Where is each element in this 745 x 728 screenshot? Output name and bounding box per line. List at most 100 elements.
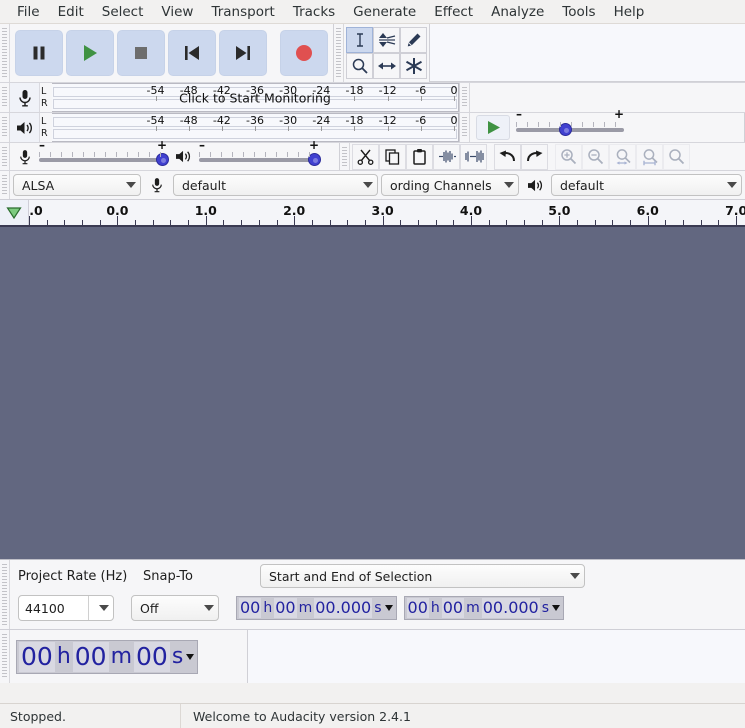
menu-item-generate[interactable]: Generate [344, 2, 425, 22]
recording-meter-monitor-button[interactable] [10, 83, 40, 112]
playback-volume-slider-thumb[interactable] [308, 152, 321, 166]
ruler-minor-tick [700, 220, 702, 225]
redo-arrow-icon [527, 150, 543, 162]
tools-toolbar-grip[interactable] [334, 24, 344, 82]
redo-button[interactable] [521, 143, 548, 170]
stop-button[interactable] [117, 30, 165, 76]
selection-tool-button[interactable] [346, 27, 373, 53]
menu-item-select[interactable]: Select [93, 2, 153, 22]
recording-channels-combo[interactable]: ording Channels [381, 174, 519, 196]
chevron-down-icon [570, 573, 580, 579]
selection-start-field[interactable]: 00 h 00 m 00.000 s [236, 596, 397, 620]
play-speed-minus-label: – [516, 106, 522, 121]
draw-tool-button[interactable] [400, 27, 427, 53]
silence-button[interactable] [460, 143, 487, 170]
sel-start-s-unit: s [374, 600, 382, 616]
trim-button[interactable] [433, 143, 460, 170]
snap-to-combo[interactable]: Off [131, 595, 219, 621]
audio-pos-hours: 00 [19, 641, 55, 672]
chevron-down-icon[interactable] [186, 653, 195, 660]
sel-end-minutes: 00 [441, 598, 465, 618]
recording-meter-bars[interactable]: -54 -48 -42 -36 -30 -24 -18 -12 -6 0 Click to Sta… [52, 83, 459, 112]
recording-device-icon-button[interactable] [144, 177, 170, 193]
menu-item-edit[interactable]: Edit [49, 2, 93, 22]
recording-meter-grip[interactable] [0, 83, 10, 112]
asterisk-icon [405, 58, 422, 74]
ruler-major-tick [382, 216, 384, 225]
selection-mode-combo[interactable]: Start and End of Selection [260, 564, 585, 588]
edit-toolbar [350, 143, 745, 170]
menu-item-tracks[interactable]: Tracks [284, 2, 344, 22]
selection-start-time[interactable]: 00 h 00 m 00.000 s [236, 596, 397, 620]
selection-toolbar-grip[interactable] [0, 560, 10, 629]
menu-item-transport[interactable]: Transport [202, 2, 283, 22]
zoom-in-button[interactable] [555, 143, 582, 170]
recording-volume-slider-thumb[interactable] [156, 152, 169, 166]
menu-item-analyze[interactable]: Analyze [482, 2, 553, 22]
playback-device-icon-button[interactable] [522, 178, 548, 193]
play-speed-slider-thumb[interactable] [559, 123, 573, 136]
multi-tool-button[interactable] [400, 53, 427, 79]
ruler-major-tick [647, 216, 649, 225]
playback-device-combo[interactable]: default [551, 174, 742, 196]
menu-item-tools[interactable]: Tools [553, 2, 604, 22]
playback-meter-button[interactable] [10, 113, 40, 142]
recording-device-combo[interactable]: default [173, 174, 378, 196]
ruler-major-tick [117, 216, 119, 225]
mixer-toolbar-grip[interactable] [0, 143, 10, 170]
pause-button[interactable] [15, 30, 63, 76]
toolbar-row-2: L R -54 -48 -42 -36 -30 -24 -18 -12 -6 0 Click to… [0, 82, 745, 112]
audio-position-grip[interactable] [0, 630, 10, 683]
playback-volume-plus-label: + [308, 137, 319, 152]
record-button[interactable] [280, 30, 328, 76]
menu-item-view[interactable]: View [152, 2, 202, 22]
copy-button[interactable] [379, 143, 406, 170]
playback-volume-slider[interactable]: – + [199, 138, 321, 170]
edit-toolbar-grip[interactable] [340, 143, 350, 170]
channel-label-left: L [41, 115, 47, 127]
skip-to-end-button[interactable] [219, 30, 267, 76]
timeshift-tool-button[interactable] [373, 53, 400, 79]
pinned-play-head-button[interactable] [0, 200, 29, 225]
envelope-tool-button[interactable] [373, 27, 400, 53]
playback-meter-bars[interactable]: -54 -48 -42 -36 -30 -24 -18 -12 -6 0 [52, 113, 459, 142]
play-at-speed-button[interactable] [476, 115, 510, 140]
selection-end-time[interactable]: 00 h 00 m 00.000 s [403, 596, 565, 620]
zoom-out-button[interactable] [582, 143, 609, 170]
sel-end-h-unit: h [430, 600, 440, 616]
fit-selection-button[interactable] [609, 143, 636, 170]
chevron-down-icon[interactable] [384, 605, 393, 611]
timeline-ruler[interactable]: -1.00.01.02.03.04.05.06.07.0 [29, 200, 745, 225]
audio-position-time[interactable]: 00 h 00 m 00 s [16, 639, 199, 674]
play-speed-slider[interactable]: – + [516, 107, 624, 141]
playspeed-toolbar-grip[interactable] [460, 83, 470, 112]
fit-project-button[interactable] [636, 143, 663, 170]
playback-meter-grip[interactable] [0, 113, 10, 142]
chevron-down-icon[interactable] [552, 605, 561, 611]
device-toolbar-grip[interactable] [0, 171, 10, 199]
menu-item-effect[interactable]: Effect [425, 2, 482, 22]
recording-volume-slider[interactable]: – + [39, 138, 169, 170]
skip-to-start-button[interactable] [168, 30, 216, 76]
ruler-minor-tick [82, 220, 84, 225]
arrows-horizontal-icon [377, 62, 396, 70]
zoom-tool-button[interactable] [346, 53, 373, 79]
menu-item-help[interactable]: Help [605, 2, 654, 22]
cut-button[interactable] [352, 143, 379, 170]
transport-toolbar-grip[interactable] [0, 24, 10, 82]
i-beam-icon [356, 33, 363, 47]
track-panel-area[interactable] [0, 227, 745, 559]
menu-item-file[interactable]: File [8, 2, 49, 22]
pinned-play-head-icon [6, 206, 22, 219]
status-state: Stopped. [10, 708, 66, 724]
paste-button[interactable] [406, 143, 433, 170]
play-button[interactable] [66, 30, 114, 76]
playspeed-grip[interactable] [460, 113, 470, 142]
toolbar-row-3: L R -54 -48 -42 -36 -30 -24 -18 -12 -6 0 – + [0, 107, 745, 142]
project-rate-combo[interactable]: 44100 [18, 595, 114, 621]
zoom-toggle-button[interactable] [663, 143, 690, 170]
selection-end-field[interactable]: 00 h 00 m 00.000 s [403, 596, 565, 620]
audio-host-combo[interactable]: ALSA [13, 174, 141, 196]
ruler-minor-tick [152, 220, 154, 225]
undo-button[interactable] [494, 143, 521, 170]
